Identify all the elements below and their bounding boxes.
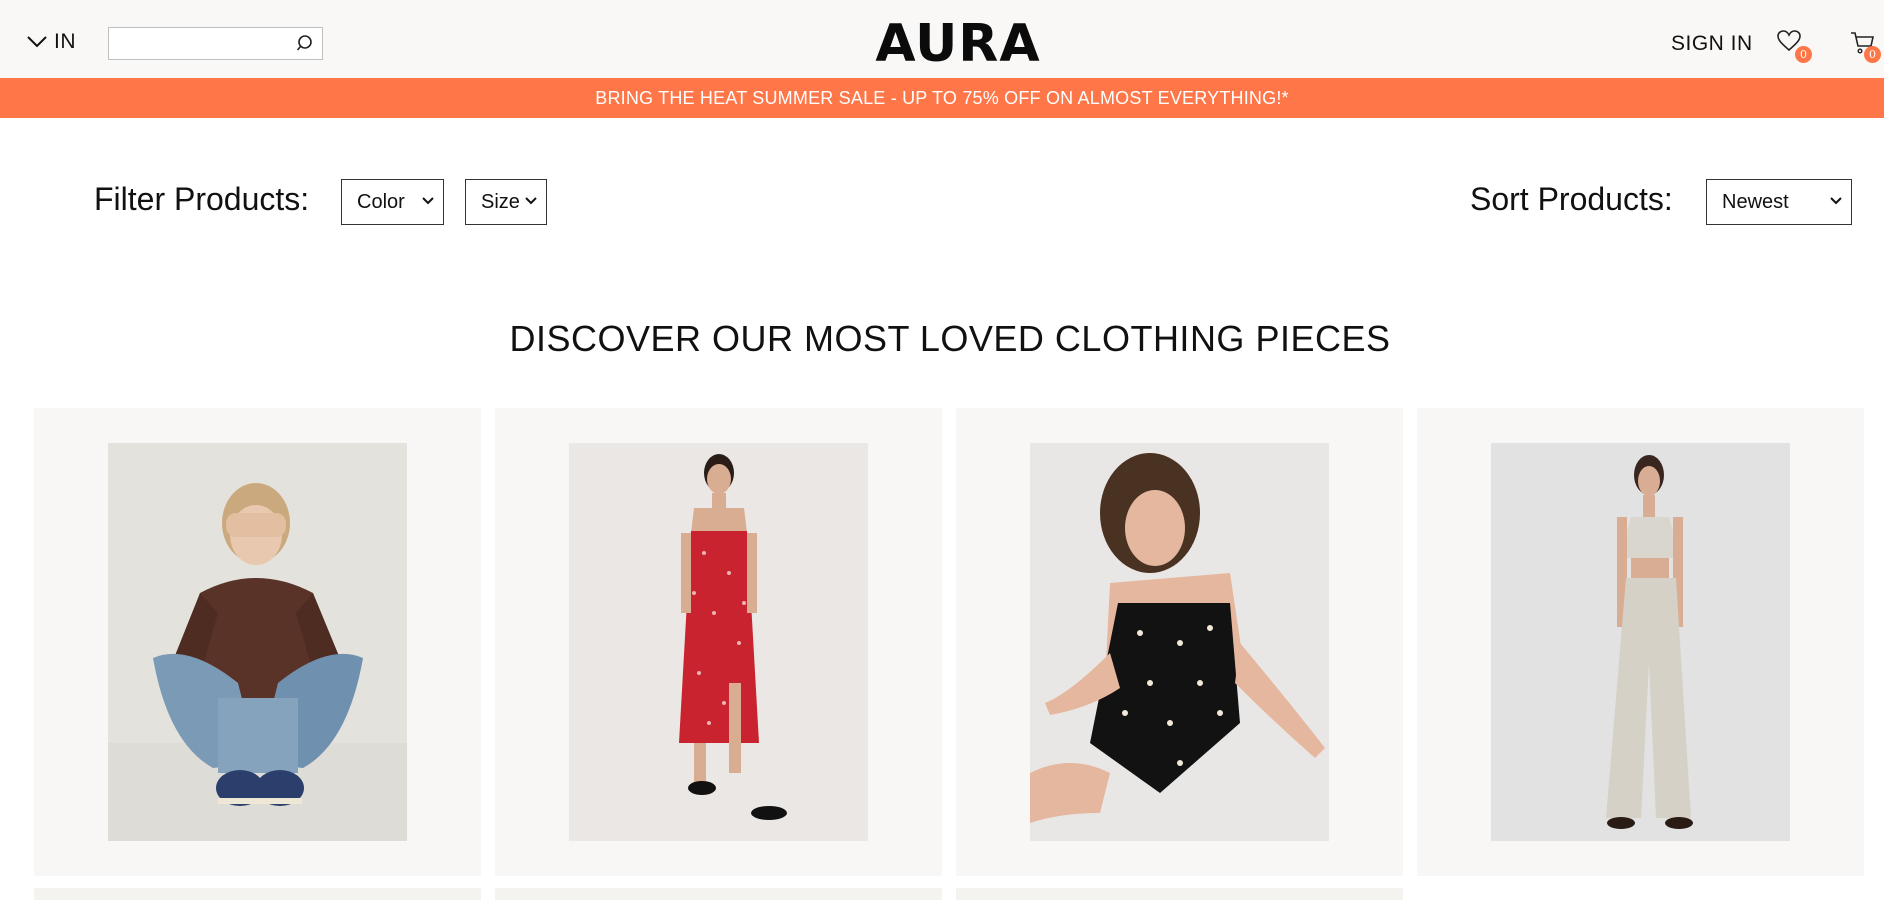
product-card[interactable]: [956, 408, 1403, 876]
sign-in-link[interactable]: SIGN IN: [1671, 32, 1753, 56]
chevron-down-icon: [422, 197, 434, 205]
size-filter-value: Size: [481, 190, 520, 213]
section-title: DISCOVER OUR MOST LOVED CLOTHING PIECES: [509, 318, 1391, 359]
product-image[interactable]: [1030, 443, 1329, 841]
color-filter-select[interactable]: Color: [341, 179, 444, 225]
product-card[interactable]: [495, 408, 942, 876]
product-card[interactable]: [34, 408, 481, 876]
cart-count-badge: 0: [1864, 46, 1881, 63]
product-image[interactable]: [569, 443, 868, 841]
product-image[interactable]: [108, 443, 407, 841]
product-card[interactable]: [495, 888, 942, 900]
brand-logo[interactable]: AURA: [0, 14, 1884, 74]
product-card[interactable]: [34, 888, 481, 900]
product-card[interactable]: [956, 888, 1403, 900]
sort-select-value: Newest: [1722, 190, 1789, 213]
wishlist-count-badge: 0: [1795, 46, 1812, 63]
sort-products-label: Sort Products:: [1470, 181, 1673, 217]
chevron-down-icon: [1830, 197, 1842, 205]
promo-banner[interactable]: BRING THE HEAT SUMMER SALE - UP TO 75% O…: [0, 78, 1884, 118]
cart-button[interactable]: 0: [1850, 30, 1884, 64]
site-header: IN AURA SIGN IN 0 0: [0, 0, 1884, 78]
product-image[interactable]: [1491, 443, 1790, 841]
product-card[interactable]: [1417, 408, 1864, 876]
color-filter-value: Color: [357, 190, 405, 213]
chevron-down-icon: [525, 197, 537, 205]
sort-select[interactable]: Newest: [1706, 179, 1852, 225]
filter-products-label: Filter Products:: [94, 181, 310, 217]
wishlist-button[interactable]: 0: [1776, 28, 1812, 63]
size-filter-select[interactable]: Size: [465, 179, 547, 225]
